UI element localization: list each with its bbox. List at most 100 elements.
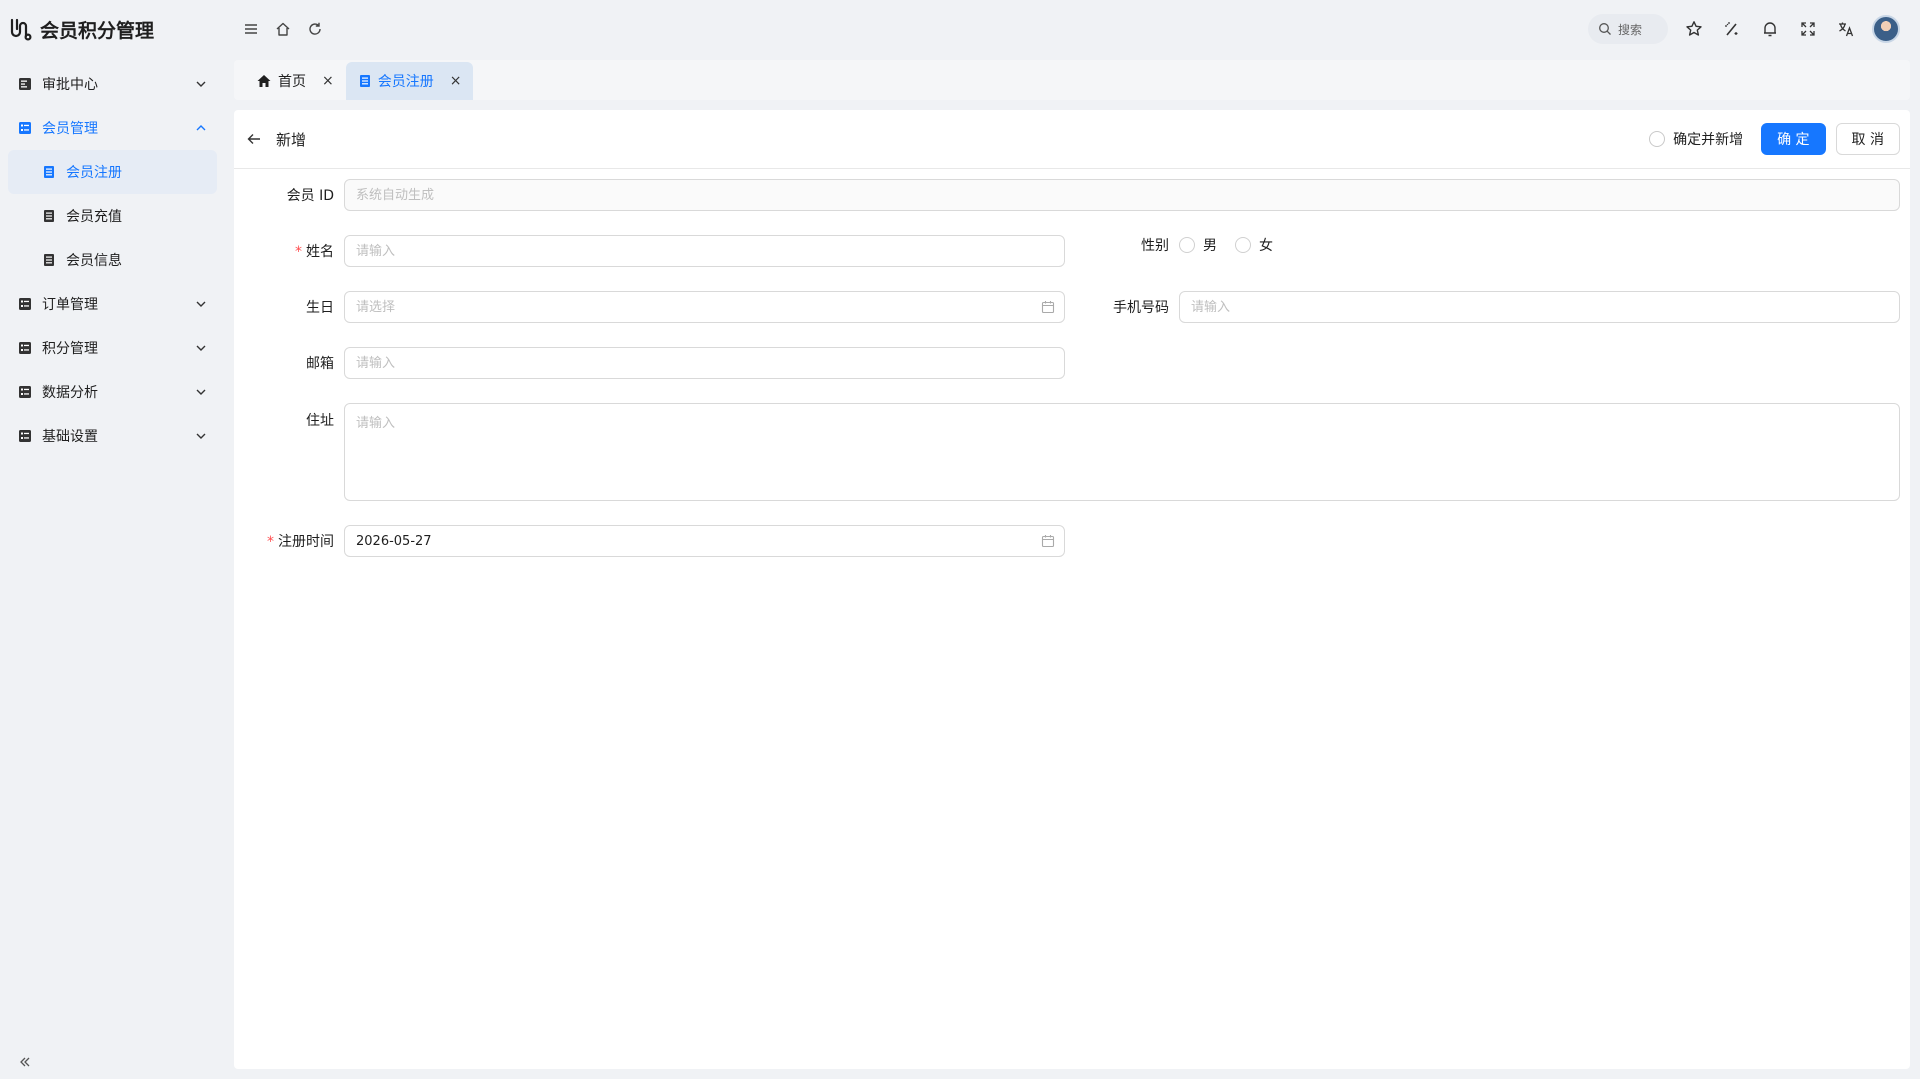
tab-label: 会员注册 xyxy=(377,74,434,90)
collapse-sidebar-button[interactable] xyxy=(16,1053,34,1071)
close-icon[interactable]: × xyxy=(450,73,462,89)
notifications-button[interactable] xyxy=(1758,17,1782,41)
favorites-button[interactable] xyxy=(1682,17,1706,41)
chevron-down-icon xyxy=(195,430,207,442)
tabs-bar: 首页 × 会员注册 × xyxy=(234,60,1910,100)
back-button[interactable] xyxy=(244,129,264,149)
checkbox-label: 确定并新增 xyxy=(1673,132,1744,148)
name-label: * 姓名 xyxy=(295,244,334,260)
sidebar-item-label: 数据分析 xyxy=(42,385,98,401)
sidebar-item-member-management[interactable]: 会员管理 xyxy=(0,106,225,150)
birthday-date-picker[interactable] xyxy=(344,291,1065,323)
birthday-label: 生日 xyxy=(306,300,334,316)
list-panel-icon xyxy=(18,429,32,443)
sidebar: 会员积分管理 审批中心 会员管理 会员注册 会员充值 会员信息 订单管理 积分管… xyxy=(0,0,225,1079)
checkbox-circle[interactable] xyxy=(1649,131,1666,147)
phone-input[interactable] xyxy=(1179,291,1900,323)
home-filled-icon xyxy=(257,75,271,87)
email-label: 邮箱 xyxy=(306,356,334,372)
sidebar-item-label: 订单管理 xyxy=(42,297,98,313)
star-icon xyxy=(1686,21,1702,36)
address-label: 住址 xyxy=(306,413,334,429)
required-mark: * xyxy=(267,534,274,550)
register-time-date-picker[interactable] xyxy=(344,525,1065,557)
sidebar-item-approval[interactable]: 审批中心 xyxy=(0,62,225,106)
page-header: 新增 确定并新增 确 定 取 消 xyxy=(234,110,1910,169)
fullscreen-icon xyxy=(1801,22,1815,36)
home-button[interactable] xyxy=(271,17,295,41)
address-textarea[interactable] xyxy=(344,403,1900,501)
radio-circle[interactable] xyxy=(1179,237,1195,253)
chevron-down-icon xyxy=(195,342,207,354)
gender-radio-male[interactable]: 男 xyxy=(1179,235,1217,255)
email-input[interactable] xyxy=(344,347,1065,379)
sidebar-item-basic-settings[interactable]: 基础设置 xyxy=(0,414,225,458)
app-logo[interactable]: 会员积分管理 xyxy=(0,0,225,58)
phone-label: 手机号码 xyxy=(1113,300,1169,316)
gender-radio-group: 男 女 xyxy=(1179,235,1273,255)
gender-label: 性别 xyxy=(1141,238,1169,254)
form-row-gender: 性别 男 女 xyxy=(1069,235,1273,255)
user-avatar[interactable] xyxy=(1872,15,1900,43)
menu-toggle-button[interactable] xyxy=(239,17,263,41)
chevron-down-icon xyxy=(195,78,207,90)
sidebar-item-data-analysis[interactable]: 数据分析 xyxy=(0,370,225,414)
member-id-input[interactable] xyxy=(344,179,1900,211)
form-row-email: 邮箱 xyxy=(234,347,1065,379)
search-icon xyxy=(1599,23,1611,35)
theme-toggle-button[interactable] xyxy=(1720,17,1744,41)
form-row-birthday: 生日 xyxy=(234,291,1065,323)
refresh-button[interactable] xyxy=(303,17,327,41)
name-input[interactable] xyxy=(344,235,1065,267)
sidebar-subitem-member-recharge[interactable]: 会员充值 xyxy=(8,194,217,238)
confirm-button[interactable]: 确 定 xyxy=(1761,123,1826,155)
list-panel-icon xyxy=(18,121,32,135)
document-icon xyxy=(42,209,56,223)
sidebar-item-label: 审批中心 xyxy=(42,77,98,93)
member-form: 会员 ID *姓名 性别 男 女 生日 xyxy=(234,169,1910,557)
double-chevron-left-icon xyxy=(20,1057,30,1067)
refresh-icon xyxy=(309,22,321,35)
tab-label: 首页 xyxy=(278,74,306,90)
member-id-label: 会员 ID xyxy=(286,188,334,204)
form-row-phone: 手机号码 xyxy=(1069,291,1900,323)
logo-icon xyxy=(10,18,32,41)
list-panel-icon xyxy=(18,297,32,311)
chevron-down-icon xyxy=(195,298,207,310)
cancel-button[interactable]: 取 消 xyxy=(1835,123,1900,155)
tab-member-register[interactable]: 会员注册 × xyxy=(345,62,474,100)
translate-icon xyxy=(1839,22,1854,37)
tab-home[interactable]: 首页 × xyxy=(244,62,346,100)
sidebar-subitem-member-register[interactable]: 会员注册 xyxy=(8,150,217,194)
sidebar-item-label: 会员管理 xyxy=(42,121,98,137)
form-row-member-id: 会员 ID xyxy=(234,179,1900,211)
sidebar-item-points-management[interactable]: 积分管理 xyxy=(0,326,225,370)
top-header: 搜索 xyxy=(225,0,1920,58)
page-title: 新增 xyxy=(276,130,307,149)
sidebar-subitem-label: 会员注册 xyxy=(66,165,122,181)
search-label: 搜索 xyxy=(1618,22,1643,37)
fullscreen-button[interactable] xyxy=(1796,17,1820,41)
home-icon xyxy=(276,22,290,36)
sidebar-subitem-member-info[interactable]: 会员信息 xyxy=(8,238,217,282)
sidebar-subitem-label: 会员充值 xyxy=(66,209,122,225)
sidebar-item-order-management[interactable]: 订单管理 xyxy=(0,282,225,326)
global-search[interactable]: 搜索 xyxy=(1588,14,1668,44)
form-row-name: * 姓名 xyxy=(234,235,1065,267)
chevron-down-icon xyxy=(195,386,207,398)
confirm-and-add-checkbox[interactable]: 确定并新增 xyxy=(1649,129,1743,149)
close-icon[interactable]: × xyxy=(322,73,334,89)
sidebar-menu: 审批中心 会员管理 会员注册 会员充值 会员信息 订单管理 积分管理 数据分析 … xyxy=(0,62,225,458)
required-mark: * xyxy=(295,244,302,260)
language-button[interactable] xyxy=(1834,17,1858,41)
document-list-icon xyxy=(18,77,32,91)
list-panel-icon xyxy=(18,341,32,355)
calendar-icon xyxy=(1041,535,1055,548)
gender-radio-female[interactable]: 女 xyxy=(1235,235,1273,255)
register-time-label: * 注册时间 xyxy=(267,534,334,550)
document-icon xyxy=(359,75,370,87)
document-icon xyxy=(42,253,56,267)
magic-wand-icon xyxy=(1725,22,1738,36)
radio-circle[interactable] xyxy=(1235,237,1251,253)
calendar-icon xyxy=(1041,301,1055,314)
